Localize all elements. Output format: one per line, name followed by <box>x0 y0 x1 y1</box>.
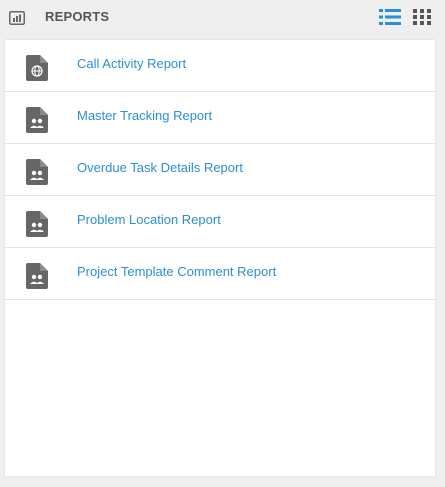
report-link[interactable]: Problem Location Report <box>77 212 221 227</box>
people-document-icon <box>26 159 48 185</box>
report-link[interactable]: Master Tracking Report <box>77 108 212 123</box>
report-link[interactable]: Overdue Task Details Report <box>77 160 243 175</box>
reports-header: REPORTS <box>0 0 445 36</box>
list-item[interactable]: Master Tracking Report <box>5 92 435 144</box>
list-view-icon[interactable] <box>379 8 401 26</box>
reports-list: Call Activity Report Master Tracking Rep… <box>5 40 435 300</box>
list-item[interactable]: Overdue Task Details Report <box>5 144 435 196</box>
report-link[interactable]: Call Activity Report <box>77 56 186 71</box>
page-title: REPORTS <box>45 9 110 24</box>
list-item[interactable]: Problem Location Report <box>5 196 435 248</box>
report-link[interactable]: Project Template Comment Report <box>77 264 276 279</box>
globe-document-icon <box>26 55 48 81</box>
bar-chart-icon <box>9 11 25 25</box>
people-document-icon <box>26 211 48 237</box>
reports-panel: Call Activity Report Master Tracking Rep… <box>5 40 435 476</box>
list-item[interactable]: Call Activity Report <box>5 40 435 92</box>
people-document-icon <box>26 263 48 289</box>
list-item[interactable]: Project Template Comment Report <box>5 248 435 300</box>
grid-view-icon[interactable] <box>412 8 432 26</box>
people-document-icon <box>26 107 48 133</box>
